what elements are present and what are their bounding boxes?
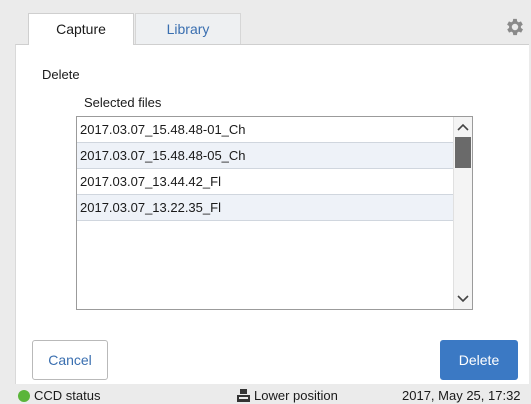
tab-bar: Capture Library <box>0 0 531 45</box>
delete-dialog: Delete Selected files 2017.03.07_15.48.4… <box>15 44 529 384</box>
list-item[interactable]: 2017.03.07_15.48.48-01_Ch <box>77 117 453 143</box>
list-item[interactable]: 2017.03.07_13.44.42_Fl <box>77 169 453 195</box>
list-item[interactable]: 2017.03.07_13.22.35_Fl <box>77 195 453 221</box>
status-bar: CCD status Lower position 2017, May 25, … <box>0 387 531 404</box>
delete-button[interactable]: Delete <box>440 340 518 380</box>
file-rows: 2017.03.07_15.48.48-01_Ch 2017.03.07_15.… <box>77 117 453 221</box>
ccd-status-indicator <box>18 390 30 402</box>
tab-library[interactable]: Library <box>135 13 241 44</box>
scrollbar[interactable] <box>453 117 472 309</box>
tab-capture[interactable]: Capture <box>28 13 134 45</box>
selected-files-label: Selected files <box>84 95 162 110</box>
cancel-button[interactable]: Cancel <box>32 340 108 380</box>
selected-files-list[interactable]: 2017.03.07_15.48.48-01_Ch 2017.03.07_15.… <box>76 116 473 310</box>
tray-position-icon <box>237 389 250 402</box>
chevron-up-icon[interactable] <box>454 119 472 137</box>
gear-icon[interactable] <box>504 16 526 38</box>
app-window: Capture Library Delete Selected files 20… <box>0 0 531 404</box>
ccd-status-label: CCD status <box>34 388 101 403</box>
list-item[interactable]: 2017.03.07_15.48.48-05_Ch <box>77 143 453 169</box>
dialog-title: Delete <box>42 67 80 82</box>
datetime-display: 2017, May 25, 17:32 <box>402 388 521 403</box>
chevron-down-icon[interactable] <box>454 289 472 307</box>
position-label: Lower position <box>254 388 338 403</box>
scrollbar-thumb[interactable] <box>455 137 471 168</box>
